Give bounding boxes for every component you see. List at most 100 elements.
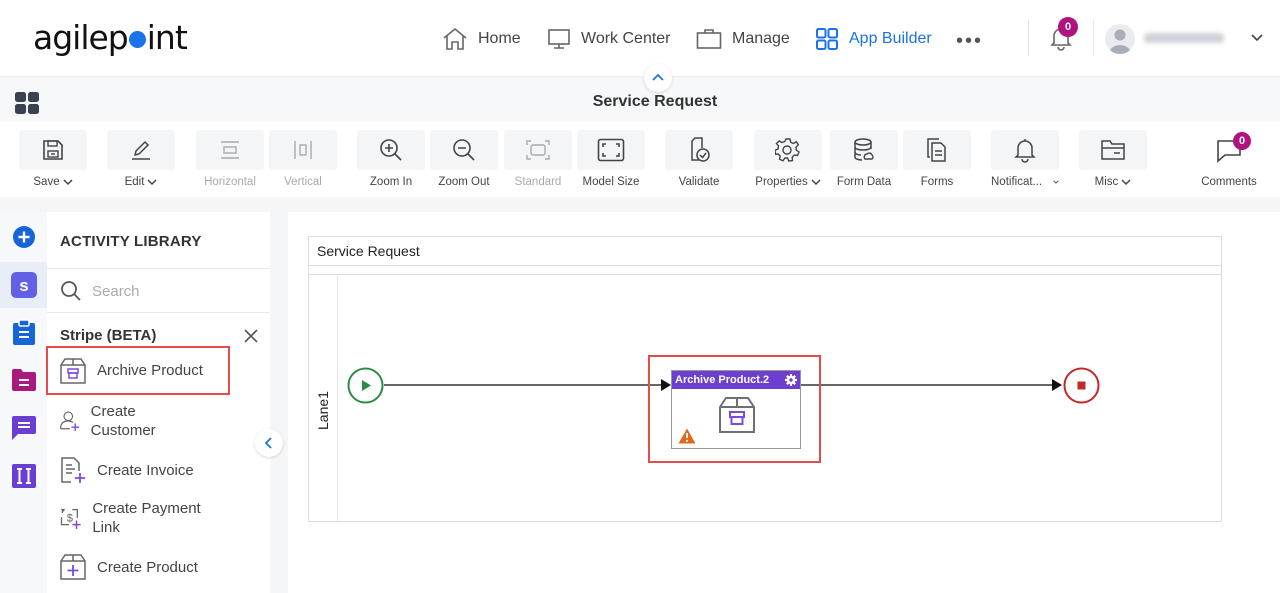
svg-text:$: $ — [67, 512, 73, 524]
notifications-config-button[interactable]: Notificat... — [991, 130, 1059, 188]
close-category-button[interactable] — [244, 329, 258, 343]
title-bar: Service Request — [0, 78, 1280, 122]
chat-icon — [11, 416, 36, 440]
nav-app-builder[interactable]: App Builder — [815, 24, 932, 54]
add-document-icon — [61, 457, 85, 483]
fit-screen-icon — [597, 138, 625, 162]
save-button[interactable]: Save — [19, 130, 87, 188]
rail-add-button[interactable] — [0, 214, 47, 260]
start-event-icon — [347, 367, 384, 404]
library-search-input[interactable] — [92, 282, 252, 300]
zoom-out-button[interactable]: Zoom Out — [430, 130, 498, 188]
search-icon — [61, 281, 81, 301]
archive-box-icon — [719, 397, 755, 433]
library-item-archive-product[interactable]: Archive Product — [46, 346, 230, 395]
library-item-create-payment-link[interactable]: $ Create Payment Link — [59, 499, 209, 537]
standard-size-button[interactable]: Standard — [504, 130, 572, 188]
comments-button[interactable]: 0 Comments — [1195, 130, 1263, 188]
edit-button[interactable]: Edit — [107, 130, 175, 188]
toolbar: Save Edit Horizontal Vertical Zoom In Zo… — [0, 122, 1280, 197]
category-rail: s — [0, 212, 47, 593]
zoom-in-icon — [380, 139, 402, 161]
chevron-down-icon — [1251, 34, 1263, 42]
warning-icon[interactable] — [678, 428, 696, 444]
chevron-down-icon — [63, 179, 73, 186]
flow-arrowhead — [1052, 379, 1062, 391]
divider — [1028, 20, 1029, 56]
divider — [47, 312, 270, 313]
forms-icon — [927, 138, 946, 162]
start-event[interactable] — [347, 367, 384, 404]
validate-button[interactable]: Validate — [665, 130, 733, 188]
chevron-down-icon — [1053, 180, 1059, 184]
zoom-out-icon — [453, 139, 475, 161]
add-box-icon — [60, 554, 86, 580]
end-event-icon — [1063, 367, 1100, 404]
end-event[interactable] — [1063, 367, 1100, 404]
validate-icon — [691, 137, 710, 162]
pencil-icon — [132, 140, 150, 160]
horizontal-align-icon — [221, 141, 239, 159]
library-item-create-customer[interactable]: Create Customer — [59, 402, 179, 440]
user-menu-chevron[interactable] — [1250, 30, 1264, 44]
add-circle-icon — [12, 226, 35, 248]
nav-work-center[interactable]: Work Center — [547, 24, 671, 54]
gear-icon — [785, 374, 797, 386]
chevron-down-icon — [147, 179, 157, 186]
model-size-button[interactable]: Model Size — [577, 130, 645, 188]
app-grid-icon — [816, 28, 838, 50]
comments-count-badge: 0 — [1233, 132, 1251, 150]
rail-chat[interactable] — [0, 405, 47, 451]
rail-stripe[interactable]: s — [0, 262, 47, 308]
clipboard-icon — [12, 319, 35, 345]
archive-product-activity[interactable]: Archive Product.2 — [671, 370, 801, 449]
vertical-align-icon — [294, 141, 312, 159]
activity-header: Archive Product.2 — [672, 371, 800, 389]
text-field-icon — [11, 464, 36, 488]
notification-count-badge: 0 — [1058, 17, 1078, 37]
form-data-button[interactable]: Form Data — [830, 130, 898, 188]
properties-button[interactable]: Properties — [754, 130, 822, 188]
rail-text-field[interactable] — [0, 453, 47, 499]
process-canvas[interactable]: Service Request Lane1 Archive Product.2 — [288, 212, 1280, 593]
nav-manage[interactable]: Manage — [696, 24, 790, 54]
more-menu-button[interactable]: ••• — [956, 30, 983, 53]
chevron-down-icon — [1121, 179, 1131, 186]
activity-library-panel: ACTIVITY LIBRARY Stripe (BETA) Archive P… — [46, 212, 270, 593]
collapse-library-button[interactable] — [255, 429, 283, 457]
forms-button[interactable]: Forms — [903, 130, 971, 188]
folder-list-icon — [11, 369, 36, 391]
gear-icon — [775, 138, 800, 162]
vertical-layout-button[interactable]: Vertical — [269, 130, 337, 188]
library-title: ACTIVITY LIBRARY — [60, 233, 202, 250]
collapse-header-button[interactable] — [644, 64, 672, 92]
library-category-title: Stripe (BETA) — [60, 327, 157, 344]
page-title: Service Request — [592, 93, 718, 110]
user-name-blurred[interactable] — [1144, 33, 1224, 43]
activity-settings-button[interactable] — [785, 374, 797, 386]
agilepoint-logo[interactable]: agilep int — [33, 18, 188, 57]
chevron-down-icon — [811, 179, 821, 186]
close-icon — [244, 329, 258, 343]
divider — [1093, 20, 1094, 56]
rail-folder[interactable] — [0, 357, 47, 403]
pool[interactable]: Service Request Lane1 Archive Product.2 — [308, 236, 1222, 522]
notifications-button[interactable]: 0 — [1048, 17, 1078, 52]
library-item-create-product[interactable]: Create Product — [59, 553, 259, 581]
bell-icon — [1014, 139, 1036, 163]
user-avatar[interactable] — [1105, 24, 1135, 54]
chevron-up-icon — [652, 73, 664, 81]
payment-link-icon: $ — [60, 508, 81, 529]
nav-home[interactable]: Home — [442, 24, 521, 54]
database-icon — [854, 138, 874, 161]
home-icon — [443, 27, 467, 50]
briefcase-icon — [696, 29, 722, 49]
stripe-icon: s — [10, 272, 37, 298]
misc-button[interactable]: Misc — [1079, 130, 1147, 188]
folder-icon — [1101, 140, 1125, 160]
zoom-in-button[interactable]: Zoom In — [357, 130, 425, 188]
rail-clipboard[interactable] — [0, 309, 47, 355]
library-item-create-invoice[interactable]: Create Invoice — [59, 456, 259, 484]
save-icon — [43, 140, 63, 160]
horizontal-layout-button[interactable]: Horizontal — [196, 130, 264, 188]
